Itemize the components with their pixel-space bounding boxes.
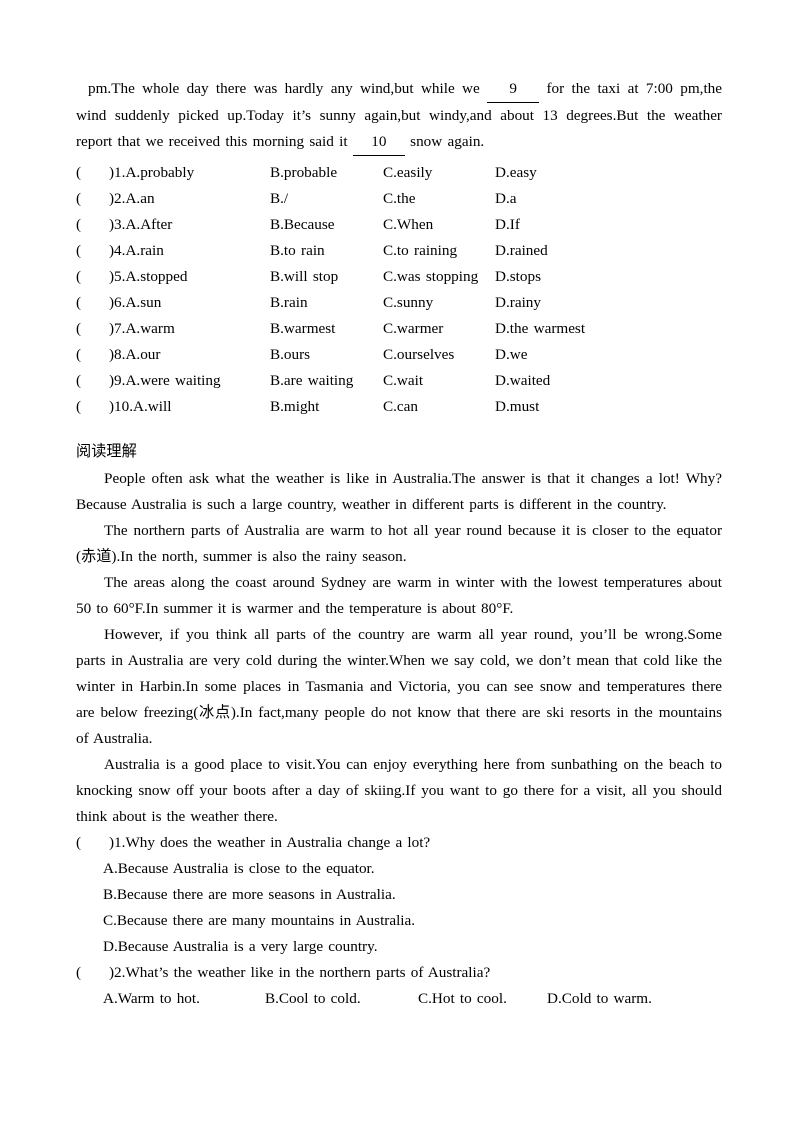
passage-paragraph-2: The northern parts of Australia are warm… [76, 522, 722, 565]
answer-bracket[interactable]: ( [76, 960, 81, 986]
cloze-choice-c[interactable]: C.warmer [383, 316, 443, 342]
reading-q1-choice-b[interactable]: B.Because there are more seasons in Aust… [76, 882, 722, 908]
cloze-choice-a[interactable]: )3.A.After [109, 212, 172, 238]
cloze-option-row: ( )7.A.warm B.warmest C.warmer D.the war… [76, 316, 722, 342]
answer-bracket[interactable]: ( [76, 264, 81, 290]
reading-q1-choice-a[interactable]: A.Because Australia is close to the equa… [76, 856, 722, 882]
cloze-choice-c[interactable]: C.the [383, 186, 415, 212]
cloze-choice-d[interactable]: D.waited [495, 368, 550, 394]
reading-q2-choices: A.Warm to hot. B.Cool to cold. C.Hot to … [76, 986, 722, 1012]
answer-bracket[interactable]: ( [76, 160, 81, 186]
cloze-choice-c[interactable]: C.wait [383, 368, 423, 394]
cloze-option-row: ( )10.A.will B.might C.can D.must [76, 394, 722, 420]
cloze-option-row: ( )1.A.probably B.probable C.easily D.ea… [76, 160, 722, 186]
answer-bracket[interactable]: ( [76, 290, 81, 316]
cloze-choice-d[interactable]: D.must [495, 394, 539, 420]
reading-q1-choice-c[interactable]: C.Because there are many mountains in Au… [76, 908, 722, 934]
answer-bracket[interactable]: ( [76, 316, 81, 342]
cloze-options-list: ( )1.A.probably B.probable C.easily D.ea… [76, 160, 722, 420]
cloze-option-row: ( )9.A.were waiting B.are waiting C.wait… [76, 368, 722, 394]
cloze-choice-b[interactable]: B.Because [270, 212, 335, 238]
cloze-choice-b[interactable]: B.warmest [270, 316, 335, 342]
cloze-choice-d[interactable]: D.rained [495, 238, 548, 264]
answer-bracket[interactable]: ( [76, 212, 81, 238]
reading-question-2-stem: ( )2.What’s the weather like in the nort… [76, 960, 722, 986]
reading-question-1-stem: ( )1.Why does the weather in Australia c… [76, 830, 722, 856]
cloze-choice-c[interactable]: C.sunny [383, 290, 433, 316]
question-text: )2.What’s the weather like in the northe… [109, 964, 491, 981]
cloze-choice-c[interactable]: C.When [383, 212, 433, 238]
cloze-option-row: ( )6.A.sun B.rain C.sunny D.rainy [76, 290, 722, 316]
cloze-blank-9: 9 [487, 76, 540, 103]
reading-q2-choice-a[interactable]: A.Warm to hot. [103, 986, 200, 1012]
cloze-choice-a[interactable]: )1.A.probably [109, 160, 194, 186]
cloze-choice-a[interactable]: )4.A.rain [109, 238, 164, 264]
cloze-choice-d[interactable]: D.rainy [495, 290, 541, 316]
cloze-option-row: ( )3.A.After B.Because C.When D.If [76, 212, 722, 238]
cloze-choice-c[interactable]: C.easily [383, 160, 432, 186]
reading-q1-choice-d[interactable]: D.Because Australia is a very large coun… [76, 934, 722, 960]
cloze-choice-a[interactable]: )5.A.stopped [109, 264, 187, 290]
answer-bracket[interactable]: ( [76, 830, 81, 856]
cloze-choice-b[interactable]: B.are waiting [270, 368, 353, 394]
cloze-option-row: ( )5.A.stopped B.will stop C.was stoppin… [76, 264, 722, 290]
cloze-text-part-3: snow again. [410, 133, 485, 150]
cloze-blank-10: 10 [352, 129, 405, 156]
reading-q2-choice-b[interactable]: B.Cool to cold. [265, 986, 361, 1012]
reading-q2-choice-d[interactable]: D.Cold to warm. [547, 986, 652, 1012]
question-text: )1.Why does the weather in Australia cha… [109, 834, 431, 851]
cloze-option-row: ( )8.A.our B.ours C.ourselves D.we [76, 342, 722, 368]
cloze-choice-a[interactable]: )6.A.sun [109, 290, 161, 316]
cloze-choice-d[interactable]: D.a [495, 186, 517, 212]
cloze-choice-c[interactable]: C.can [383, 394, 418, 420]
reading-section-heading: 阅读理解 [76, 442, 137, 460]
cloze-choice-b[interactable]: B.ours [270, 342, 310, 368]
cloze-option-row: ( )2.A.an B./ C.the D.a [76, 186, 722, 212]
answer-bracket[interactable]: ( [76, 394, 81, 420]
cloze-paragraph: pm.The whole day there was hardly any wi… [76, 76, 722, 156]
cloze-choice-b[interactable]: B./ [270, 186, 288, 212]
passage-paragraph-1: People often ask what the weather is lik… [76, 470, 722, 513]
answer-bracket[interactable]: ( [76, 238, 81, 264]
answer-bracket[interactable]: ( [76, 186, 81, 212]
cloze-choice-d[interactable]: D.we [495, 342, 527, 368]
cloze-choice-c[interactable]: C.ourselves [383, 342, 454, 368]
cloze-choice-d[interactable]: D.stops [495, 264, 541, 290]
cloze-choice-b[interactable]: B.might [270, 394, 319, 420]
cloze-choice-c[interactable]: C.was stopping [383, 264, 478, 290]
answer-bracket[interactable]: ( [76, 368, 81, 394]
passage-paragraph-4: However, if you think all parts of the c… [76, 626, 722, 747]
cloze-choice-d[interactable]: D.If [495, 212, 520, 238]
cloze-choice-d[interactable]: D.easy [495, 160, 537, 186]
cloze-choice-b[interactable]: B.rain [270, 290, 308, 316]
cloze-choice-c[interactable]: C.to raining [383, 238, 457, 264]
passage-paragraph-5: Australia is a good place to visit.You c… [76, 756, 722, 825]
cloze-choice-a[interactable]: )9.A.were waiting [109, 368, 221, 394]
cloze-choice-b[interactable]: B.to rain [270, 238, 325, 264]
document-content: pm.The whole day there was hardly any wi… [76, 76, 722, 1012]
cloze-option-row: ( )4.A.rain B.to rain C.to raining D.rai… [76, 238, 722, 264]
cloze-choice-b[interactable]: B.will stop [270, 264, 338, 290]
cloze-choice-a[interactable]: )10.A.will [109, 394, 171, 420]
cloze-text-part-1: pm.The whole day there was hardly any wi… [88, 80, 480, 97]
cloze-choice-a[interactable]: )2.A.an [109, 186, 155, 212]
cloze-choice-a[interactable]: )7.A.warm [109, 316, 175, 342]
reading-q2-choice-c[interactable]: C.Hot to cool. [418, 986, 507, 1012]
document-page: pm.The whole day there was hardly any wi… [0, 0, 794, 1123]
passage-paragraph-3: The areas along the coast around Sydney … [76, 574, 722, 617]
answer-bracket[interactable]: ( [76, 342, 81, 368]
cloze-choice-b[interactable]: B.probable [270, 160, 337, 186]
cloze-choice-d[interactable]: D.the warmest [495, 316, 585, 342]
cloze-choice-a[interactable]: )8.A.our [109, 342, 160, 368]
